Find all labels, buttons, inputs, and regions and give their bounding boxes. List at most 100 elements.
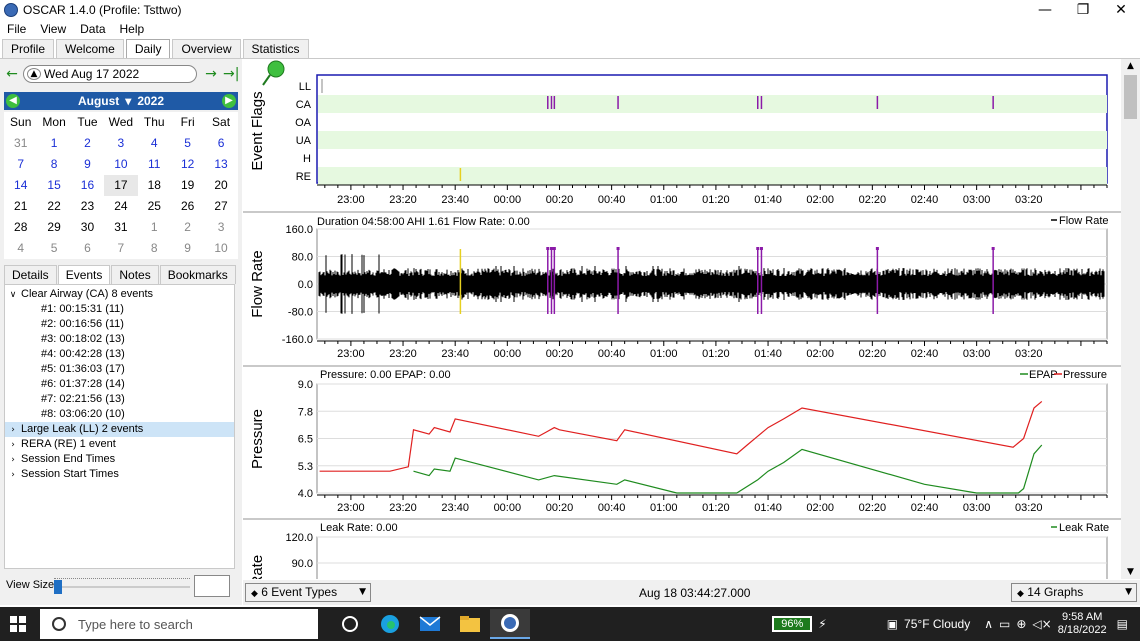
- calendar-day[interactable]: 20: [204, 175, 237, 196]
- tab-events[interactable]: Events: [57, 265, 111, 284]
- calendar-month[interactable]: August: [78, 94, 119, 108]
- file-explorer-icon[interactable]: [450, 609, 490, 639]
- calendar-day[interactable]: 21: [4, 196, 37, 217]
- minimize-button[interactable]: —: [1026, 0, 1064, 20]
- calendar-day[interactable]: 2: [171, 217, 204, 238]
- calendar-day[interactable]: 19: [171, 175, 204, 196]
- event-group[interactable]: › Session Start Times: [5, 467, 119, 482]
- event-item[interactable]: #8: 03:06:20 (10): [41, 407, 125, 422]
- event-group[interactable]: › Large Leak (LL) 2 events: [5, 422, 234, 437]
- menu-data[interactable]: Data: [80, 22, 105, 36]
- calendar-day[interactable]: 9: [71, 154, 104, 175]
- calendar-day[interactable]: 25: [138, 196, 171, 217]
- weather-text[interactable]: 75°F Cloudy: [904, 617, 970, 631]
- collapse-icon[interactable]: ∨: [5, 288, 21, 303]
- calendar-day[interactable]: 10: [104, 154, 137, 175]
- tab-notes[interactable]: Notes: [111, 265, 159, 284]
- expand-icon[interactable]: ›: [5, 438, 21, 453]
- event-item[interactable]: #3: 00:18:02 (13): [41, 332, 125, 347]
- calendar-day[interactable]: 16: [71, 175, 104, 196]
- calendar-day[interactable]: 31: [104, 217, 137, 238]
- battery-icon[interactable]: ▭: [999, 617, 1010, 631]
- graphs-dropdown[interactable]: ◆ 14 Graphs ▼: [1011, 583, 1137, 602]
- calendar-day[interactable]: 3: [104, 133, 137, 154]
- calendar-day[interactable]: 18: [138, 175, 171, 196]
- calendar-day[interactable]: 1: [37, 133, 70, 154]
- calendar-day[interactable]: 7: [104, 238, 137, 259]
- battery-indicator[interactable]: 96%: [772, 616, 813, 632]
- menu-view[interactable]: View: [40, 22, 66, 36]
- calendar-day[interactable]: 6: [204, 133, 237, 154]
- tab-welcome[interactable]: Welcome: [56, 39, 124, 59]
- edge-browser-icon[interactable]: [370, 609, 410, 639]
- calendar-day[interactable]: 8: [138, 238, 171, 259]
- calendar-day[interactable]: 4: [4, 238, 37, 259]
- calendar-day[interactable]: 23: [71, 196, 104, 217]
- calendar-day[interactable]: 22: [37, 196, 70, 217]
- menu-help[interactable]: Help: [120, 22, 145, 36]
- calendar-day[interactable]: 28: [4, 217, 37, 238]
- charts-scrollbar[interactable]: ▲ ▼: [1121, 59, 1140, 579]
- tab-overview[interactable]: Overview: [172, 39, 241, 59]
- notifications-icon[interactable]: ▤: [1117, 617, 1128, 631]
- scroll-up-icon[interactable]: ▲: [1121, 61, 1140, 71]
- calendar-day[interactable]: 15: [37, 175, 70, 196]
- calendar-day[interactable]: 2: [71, 133, 104, 154]
- calendar-day[interactable]: 11: [138, 154, 171, 175]
- event-group[interactable]: › Session End Times: [5, 452, 115, 467]
- last-day-arrow-icon[interactable]: →|: [223, 66, 239, 82]
- calendar-day[interactable]: 7: [4, 154, 37, 175]
- calendar-day[interactable]: 29: [37, 217, 70, 238]
- calendar-day[interactable]: 3: [204, 217, 237, 238]
- view-size-slider[interactable]: [54, 578, 190, 594]
- calendar-day[interactable]: 24: [104, 196, 137, 217]
- calendar-day[interactable]: 12: [171, 154, 204, 175]
- next-month-icon[interactable]: ▶: [222, 94, 236, 108]
- event-item[interactable]: #2: 00:16:56 (11): [41, 317, 124, 332]
- tab-daily[interactable]: Daily: [125, 39, 171, 59]
- calendar-day[interactable]: 31: [4, 133, 37, 154]
- volume-icon[interactable]: ◁×: [1032, 617, 1051, 631]
- calendar-day[interactable]: 9: [171, 238, 204, 259]
- calendar-day[interactable]: 8: [37, 154, 70, 175]
- calendar-day[interactable]: 13: [204, 154, 237, 175]
- tab-statistics[interactable]: Statistics: [242, 39, 309, 59]
- month-dropdown-icon[interactable]: ▾: [125, 94, 131, 108]
- calendar-day[interactable]: 17: [104, 175, 138, 196]
- next-day-arrow-icon[interactable]: →: [203, 66, 219, 82]
- date-picker[interactable]: ▲ Wed Aug 17 2022: [23, 65, 197, 83]
- event-group[interactable]: › RERA (RE) 1 event: [5, 437, 116, 452]
- event-item[interactable]: #1: 00:15:31 (11): [41, 302, 124, 317]
- calendar-day[interactable]: 5: [37, 238, 70, 259]
- scroll-down-icon[interactable]: ▼: [1121, 567, 1140, 577]
- windows-start-icon[interactable]: [10, 616, 26, 632]
- calendar-day[interactable]: 27: [204, 196, 237, 217]
- taskbar-search[interactable]: Type here to search: [40, 609, 318, 639]
- close-button[interactable]: ✕: [1102, 0, 1140, 20]
- tab-bookmarks[interactable]: Bookmarks: [159, 265, 236, 284]
- task-view-icon[interactable]: [330, 609, 370, 639]
- calendar-day[interactable]: 1: [138, 217, 171, 238]
- calendar-day[interactable]: 26: [171, 196, 204, 217]
- previous-day-arrow-icon[interactable]: ←: [4, 66, 20, 82]
- tab-details[interactable]: Details: [4, 265, 57, 284]
- calendar-day[interactable]: 14: [4, 175, 37, 196]
- calendar-day[interactable]: 6: [71, 238, 104, 259]
- slider-thumb[interactable]: [54, 580, 62, 594]
- tray-chevron-icon[interactable]: ∧: [984, 617, 993, 631]
- calendar-year[interactable]: 2022: [137, 94, 164, 108]
- calendar-day[interactable]: 10: [204, 238, 237, 259]
- calendar-day[interactable]: 30: [71, 217, 104, 238]
- calendar-day[interactable]: 4: [138, 133, 171, 154]
- event-item[interactable]: #7: 02:21:56 (13): [41, 392, 125, 407]
- calendar-toggle-icon[interactable]: ▲: [27, 68, 41, 80]
- expand-icon[interactable]: ›: [5, 453, 21, 468]
- event-item[interactable]: #4: 00:42:28 (13): [41, 347, 125, 362]
- expand-icon[interactable]: ›: [5, 468, 21, 483]
- view-size-box[interactable]: [194, 575, 230, 597]
- event-item[interactable]: #6: 01:37:28 (14): [41, 377, 125, 392]
- maximize-button[interactable]: ❐: [1064, 0, 1102, 20]
- menu-file[interactable]: File: [7, 22, 26, 36]
- expand-icon[interactable]: ›: [5, 423, 21, 438]
- event-item[interactable]: #5: 01:36:03 (17): [41, 362, 125, 377]
